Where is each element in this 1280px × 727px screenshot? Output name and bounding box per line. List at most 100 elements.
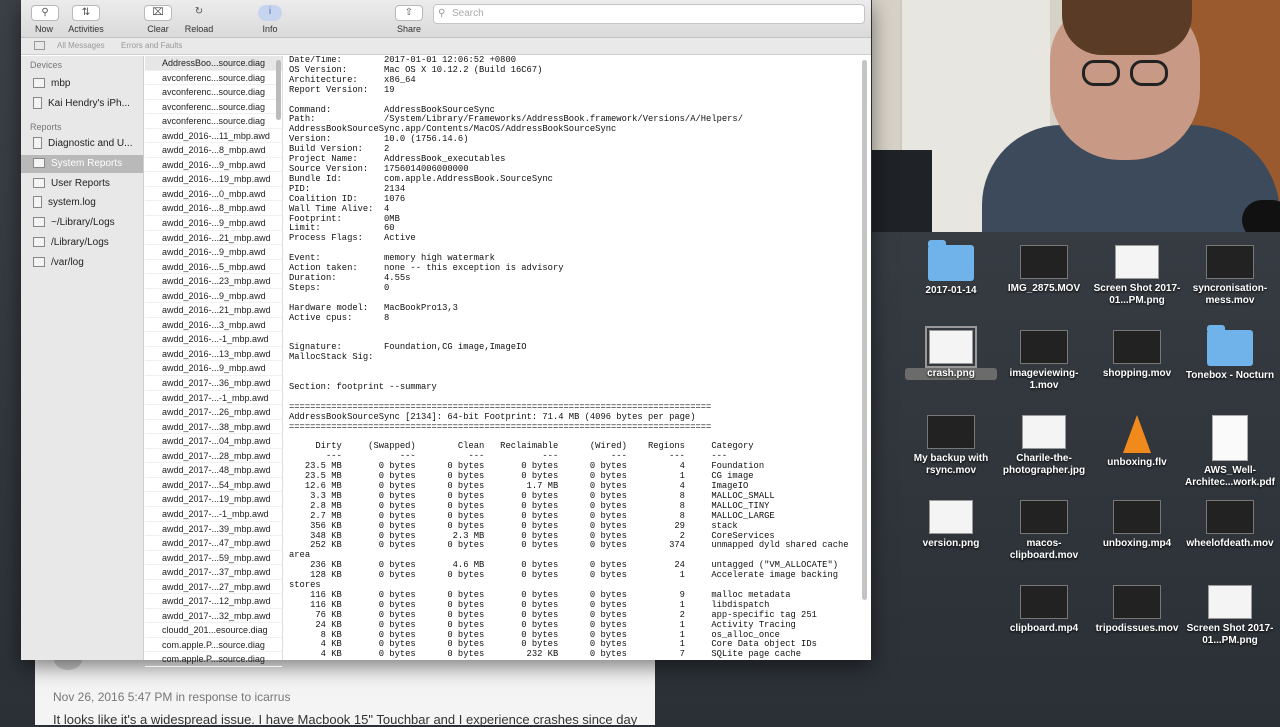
desktop-file-icon[interactable]: AWS_Well-Architec...work.pdf [1184,415,1276,489]
desktop-file-icon[interactable]: wheelofdeath.mov [1184,500,1276,550]
file-list-item[interactable]: awdd_2017-...32_mbp.awd [145,609,282,624]
report-scrollbar[interactable] [862,60,867,600]
file-list-scrollbar[interactable] [276,60,281,120]
search-icon: ⚲ [438,5,445,23]
reports-header: Reports [30,122,62,132]
desktop-file-icon[interactable]: syncronisation-mess.mov [1184,245,1276,307]
desktop-file-icon[interactable]: crash.png [905,330,997,380]
file-list-item[interactable]: awdd_2017-...26_mbp.awd [145,405,282,420]
sidebar-item-var-log[interactable]: ▶/var/log [33,254,143,272]
file-list-item[interactable]: awdd_2016-...19_mbp.awd [145,172,282,187]
file-list-item[interactable]: awdd_2016-...3_mbp.awd [145,318,282,333]
file-list-item[interactable]: awdd_2016-...0_mbp.awd [145,187,282,202]
now-button[interactable]: ⚲Now [31,5,57,34]
file-list-item[interactable]: awdd_2016-...13_mbp.awd [145,347,282,362]
file-list-item[interactable]: awdd_2017-...36_mbp.awd [145,376,282,391]
desktop-file-icon[interactable]: 2017-01-14 [905,245,997,297]
desktop-file-icon[interactable]: Charile-the-photographer.jpg [998,415,1090,477]
webcam-overlay [872,0,1280,232]
file-list-item[interactable]: awdd_2016-...8_mbp.awd [145,201,282,216]
search-input[interactable]: ⚲Search [433,4,865,24]
file-list-item[interactable]: avconferenc...source.diag [145,71,282,86]
file-list-item[interactable]: awdd_2017-...28_mbp.awd [145,449,282,464]
desktop-file-icon[interactable]: Screen Shot 2017-01...PM.png [1184,585,1276,647]
vid-icon [1113,500,1161,534]
desktop-file-icon[interactable]: macos-clipboard.mov [998,500,1090,562]
desktop-file-icon[interactable]: Tonebox - Nocturn [1184,330,1276,382]
file-list-item[interactable]: awdd_2017-...37_mbp.awd [145,565,282,580]
vid-icon [1113,330,1161,364]
file-list-item[interactable]: awdd_2016-...21_mbp.awd [145,303,282,318]
desktop-file-icon[interactable]: clipboard.mp4 [998,585,1090,635]
file-list-item[interactable]: awdd_2017-...47_mbp.awd [145,536,282,551]
reload-button[interactable]: ↻Reload [184,5,214,34]
file-list-item[interactable]: awdd_2017-...54_mbp.awd [145,478,282,493]
sidebar-item-diagnostic[interactable]: Diagnostic and U... [33,135,143,153]
file-list-item[interactable]: awdd_2017-...39_mbp.awd [145,522,282,537]
sidebar-item-iphone[interactable]: Kai Hendry's iPh... [33,95,143,113]
report-file-list: AddressBoo...source.diagavconferenc...so… [145,56,283,660]
desktop-file-icon[interactable]: shopping.mov [1091,330,1183,380]
reload-icon: ↻ [185,5,213,21]
file-list-item[interactable]: awdd_2016-...9_mbp.awd [145,245,282,260]
file-list-item[interactable]: cloudd_201...esource.diag [145,623,282,638]
file-list-item[interactable]: avconferenc...source.diag [145,100,282,115]
cone-icon [1123,415,1151,453]
file-list-item[interactable]: awdd_2016-...9_mbp.awd [145,158,282,173]
file-list-item[interactable]: awdd_2017-...27_mbp.awd [145,580,282,595]
file-list-item[interactable]: com.apple.P...source.diag [145,652,282,667]
desktop-file-label: unboxing.mp4 [1091,538,1183,550]
share-button[interactable]: ⇧Share [394,5,424,34]
file-list-item[interactable]: awdd_2017-...-1_mbp.awd [145,507,282,522]
desktop-file-icon[interactable]: imageviewing-1.mov [998,330,1090,392]
sidebar-item-user-library-logs[interactable]: ▶~/Library/Logs [33,214,143,232]
desktop-file-icon[interactable]: IMG_2875.MOV [998,245,1090,295]
errors-faults-tab[interactable]: Errors and Faults [121,38,182,54]
file-list-item[interactable]: awdd_2017-...38_mbp.awd [145,420,282,435]
sidebar: Devices mbp Kai Hendry's iPh... Reports … [21,56,144,660]
desktop-file-icon[interactable]: My backup with rsync.mov [905,415,997,477]
file-list-item[interactable]: awdd_2016-...5_mbp.awd [145,260,282,275]
activities-button[interactable]: ⇅Activities [67,5,105,34]
file-list-item[interactable]: awdd_2016-...9_mbp.awd [145,289,282,304]
sidebar-item-system-reports[interactable]: System Reports [21,155,143,173]
sidebar-item-mbp[interactable]: mbp [33,75,143,93]
file-list-item[interactable]: awdd_2016-...21_mbp.awd [145,231,282,246]
info-button[interactable]: iInfo [257,5,283,34]
background-browser-window[interactable]: Nov 26, 2016 5:47 PM in response to icar… [35,655,655,725]
file-list-item[interactable]: com.apple.P...source.diag [145,638,282,653]
all-messages-tab[interactable]: All Messages [57,38,105,54]
file-list-item[interactable]: awdd_2017-...04_mbp.awd [145,434,282,449]
sidebar-toggle-icon[interactable] [34,41,45,50]
file-list-item[interactable]: AddressBoo...source.diag [145,56,282,71]
file-list-item[interactable]: awdd_2017-...19_mbp.awd [145,492,282,507]
coat [872,150,932,232]
desktop-file-label: crash.png [905,368,997,380]
clear-button[interactable]: ⌧Clear [143,5,173,34]
file-list-item[interactable]: awdd_2017-...59_mbp.awd [145,551,282,566]
png-icon [1022,415,1066,449]
file-list-item[interactable]: awdd_2017-...12_mbp.awd [145,594,282,609]
desktop-file-icon[interactable]: unboxing.mp4 [1091,500,1183,550]
file-list-item[interactable]: awdd_2017-...-1_mbp.awd [145,391,282,406]
desktop-file-label: AWS_Well-Architec...work.pdf [1184,465,1276,489]
file-list-item[interactable]: awdd_2016-...9_mbp.awd [145,216,282,231]
desktop-file-icon[interactable]: version.png [905,500,997,550]
file-list-item[interactable]: avconferenc...source.diag [145,85,282,100]
desktop-file-icon[interactable]: tripodissues.mov [1091,585,1183,635]
file-list-item[interactable]: awdd_2016-...-1_mbp.awd [145,332,282,347]
file-list-item[interactable]: awdd_2016-...23_mbp.awd [145,274,282,289]
desktop-file-icon[interactable]: Screen Shot 2017-01...PM.png [1091,245,1183,307]
file-list-item[interactable]: awdd_2016-...8_mbp.awd [145,143,282,158]
vid-icon [1020,330,1068,364]
sidebar-item-library-logs[interactable]: ▶/Library/Logs [33,234,143,252]
sidebar-item-user-reports[interactable]: User Reports [33,175,143,193]
sidebar-item-system-log[interactable]: system.log [33,194,143,212]
vid-icon [1020,585,1068,619]
desktop-file-icon[interactable]: unboxing.flv [1091,415,1183,469]
file-list-item[interactable]: avconferenc...source.diag [145,114,282,129]
file-list-item[interactable]: awdd_2017-...48_mbp.awd [145,463,282,478]
file-list-item[interactable]: awdd_2016-...9_mbp.awd [145,361,282,376]
devices-header: Devices [30,60,62,70]
file-list-item[interactable]: awdd_2016-...11_mbp.awd [145,129,282,144]
